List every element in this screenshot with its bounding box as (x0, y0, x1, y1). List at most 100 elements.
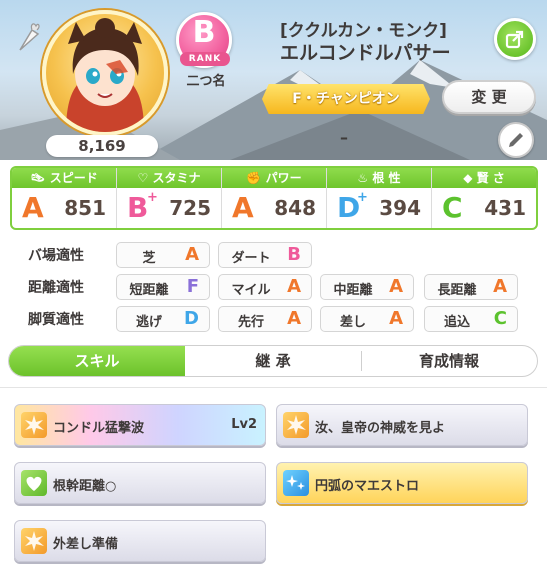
character-portrait[interactable] (42, 10, 168, 136)
stat-wisdom: ◆ 賢 さ C 431 (432, 168, 536, 228)
aptitude-turf: 芝 A (116, 242, 210, 268)
share-icon (505, 30, 524, 49)
aptitude-grade: A (287, 276, 301, 297)
stat-name: パワー (265, 171, 302, 185)
aptitude-long: 長距離 A (424, 274, 518, 300)
skill-card[interactable]: 汝、皇帝の神威を見よ (276, 404, 528, 446)
rank-label: RANK (180, 52, 230, 66)
stat-guts: ♨ 根 性 D + 394 (327, 168, 432, 228)
edit-button[interactable] (498, 122, 534, 158)
aptitude-name: 追込 (443, 315, 470, 330)
flame-icon: ♨ (357, 171, 369, 185)
rank-letter: B (192, 15, 216, 50)
aptitude-end-closer: 追込 C (424, 306, 518, 332)
skill-card[interactable]: 円弧のマエストロ (276, 462, 528, 504)
shoe-icon: 👟︎ (30, 171, 46, 185)
stat-name: 賢 さ (476, 171, 505, 185)
aptitude-short: 短距離 F (116, 274, 210, 300)
pencil-icon (509, 133, 523, 147)
aptitude-grade: D (184, 308, 199, 329)
nickname-label: 二つ名 (186, 74, 226, 89)
aptitude-name: 差し (339, 315, 366, 330)
burst-icon (283, 412, 309, 438)
carrot-icon (19, 23, 40, 51)
aptitude-name: 長距離 (437, 283, 477, 298)
stat-value: 851 (64, 196, 106, 220)
skill-name: コンドル猛撃波 (53, 421, 145, 436)
style-aptitude-label: 脚質適性 (28, 312, 84, 328)
aptitude-name: 中距離 (333, 283, 373, 298)
muscle-icon: ✊ (246, 171, 262, 185)
change-title-button[interactable]: 変 更 (442, 80, 536, 114)
aptitude-grade: B (287, 244, 301, 265)
tab-divider-line (0, 387, 547, 388)
tab-training-info[interactable]: 育成情報 (361, 346, 537, 376)
tab-skills[interactable]: スキル (9, 346, 185, 376)
skill-name: 根幹距離○ (53, 479, 117, 494)
detail-tabs: スキル 継 承 育成情報 (8, 345, 538, 377)
aptitude-grade: A (185, 244, 199, 265)
stat-speed: 👟︎ スピード A 851 (12, 168, 117, 228)
track-aptitude-label: バ場適性 (28, 248, 84, 264)
stat-body: B + 725 (117, 188, 221, 228)
aptitude-medium: 中距離 A (320, 274, 414, 300)
skill-name: 汝、皇帝の神威を見よ (315, 421, 446, 436)
profile-header: 8,169 B RANK 二つ名 [ククルカン・モンク] エルコンドルパサー F… (0, 0, 547, 160)
stat-power: ✊ パワー A 848 (222, 168, 327, 228)
stat-body: C 431 (432, 188, 536, 228)
skill-name: 外差し準備 (53, 537, 119, 552)
aptitude-pace-chaser: 先行 A (218, 306, 312, 332)
aptitude-name: 逃げ (135, 315, 162, 330)
stat-value: 725 (169, 196, 211, 220)
aptitude-front-runner: 逃げ D (116, 306, 210, 332)
skill-name: 円弧のマエストロ (315, 479, 420, 494)
stat-body: A 851 (12, 188, 116, 228)
stat-grade: A (22, 191, 44, 224)
skill-card[interactable]: 根幹距離○ (14, 462, 266, 504)
stat-grade: A (232, 191, 254, 224)
heart-icon (21, 470, 47, 496)
skill-card[interactable]: 外差し準備 (14, 520, 266, 562)
aptitude-grade: A (287, 308, 301, 329)
stat-grade-plus: + (147, 190, 158, 205)
skill-card[interactable]: コンドル猛撃波 Lv2 (14, 404, 266, 446)
aptitude-grade: A (389, 308, 403, 329)
aptitude-grade: A (389, 276, 403, 297)
stat-body: A 848 (222, 188, 326, 228)
stat-name: 根 性 (372, 171, 401, 185)
burst-icon (21, 412, 47, 438)
aptitude-dirt: ダート B (218, 242, 312, 268)
aptitude-name: 芝 (142, 251, 156, 266)
burst-icon (21, 528, 47, 554)
stat-name: スピード (49, 171, 98, 185)
tab-inheritance[interactable]: 継 承 (185, 346, 361, 376)
stat-grade: C (442, 191, 463, 224)
skill-level: Lv2 (231, 417, 257, 432)
sparkle-icon (283, 470, 309, 496)
aptitude-grade: C (493, 308, 507, 329)
title-ribbon: F・チャンピオン (262, 84, 430, 114)
stat-header: ♡ スタミナ (117, 168, 221, 188)
graduation-cap-icon: ◆ (463, 171, 473, 185)
stat-value: 394 (379, 196, 421, 220)
aptitude-late-surger: 差し A (320, 306, 414, 332)
aptitude-grade: A (493, 276, 507, 297)
stat-header: ◆ 賢 さ (432, 168, 536, 188)
character-illustration (66, 18, 144, 132)
aptitude-grade: F (186, 276, 199, 297)
stat-value: 431 (484, 196, 526, 220)
share-button[interactable] (494, 18, 536, 60)
aptitude-name: 短距離 (129, 283, 169, 298)
fan-count: 8,169 (46, 135, 158, 157)
stat-stamina: ♡ スタミナ B + 725 (117, 168, 222, 228)
stats-panel: 👟︎ スピード A 851 ♡ スタミナ B + 725 ✊ パワー A 848… (10, 166, 538, 230)
aptitude-name: マイル (231, 283, 271, 298)
stat-grade: B (127, 191, 149, 224)
stat-header: ♨ 根 性 (327, 168, 431, 188)
stat-grade-plus: + (357, 190, 368, 205)
stat-header: 👟︎ スピード (12, 168, 116, 188)
stat-name: スタミナ (152, 171, 201, 185)
stat-value: 848 (274, 196, 316, 220)
stat-header: ✊ パワー (222, 168, 326, 188)
heart-icon: ♡ (137, 171, 149, 185)
